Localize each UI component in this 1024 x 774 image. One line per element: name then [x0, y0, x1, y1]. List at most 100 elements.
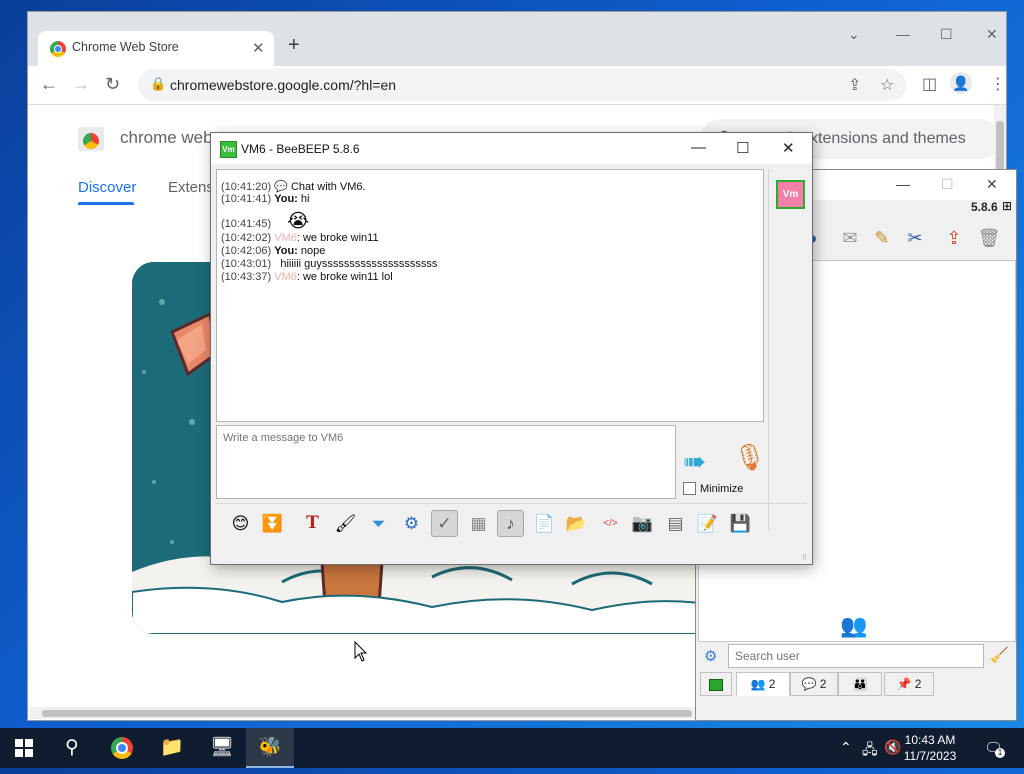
address-bar[interactable]: 🔒 chromewebstore.google.com/?hl=en ⇪ ☆ [138, 69, 906, 101]
tab-search-icon[interactable]: ⌄ [848, 26, 860, 43]
chat-message: (10:41:41) You: hi [221, 193, 309, 205]
file-explorer-icon[interactable]: 📁 [148, 728, 196, 768]
monitor-icon [709, 678, 723, 691]
mail-icon[interactable]: ✉ [838, 226, 862, 250]
lock-icon[interactable]: 🔒 [150, 76, 166, 92]
settings-icon[interactable]: ⚙ [398, 510, 425, 537]
close-button[interactable]: ✕ [782, 139, 795, 157]
clear-icon[interactable]: ▤ [662, 510, 689, 537]
filter-icon[interactable]: ⏷ [365, 510, 392, 537]
scrollbar-thumb[interactable] [996, 121, 1004, 177]
font-icon[interactable]: T [299, 510, 326, 537]
tab-files-count: 2 [914, 677, 922, 691]
volume-muted-icon[interactable]: 🔇 [884, 739, 901, 756]
new-tab-button[interactable]: + [288, 34, 300, 57]
tab-files[interactable]: 📌 2 [884, 672, 934, 696]
sound-icon[interactable]: ♪ [497, 510, 524, 537]
green-arrow-icon[interactable]: ⏬ [259, 510, 286, 537]
maximize-button[interactable]: ☐ [940, 26, 953, 43]
search-icon[interactable]: ⚲ [48, 728, 96, 768]
profile-avatar-icon[interactable]: 👤 [950, 72, 972, 94]
minimize-button[interactable]: — [896, 26, 910, 42]
update-icon[interactable]: ⇪ [942, 226, 966, 250]
message-sender: You: [274, 245, 298, 257]
minimize-checkbox[interactable] [683, 482, 696, 495]
web-store-logo-icon[interactable] [78, 127, 104, 151]
forward-icon[interactable]: → [72, 74, 90, 95]
word-complete-icon[interactable]: ▦ [465, 510, 492, 537]
tab-users[interactable]: 👥 2 [736, 672, 790, 696]
minimize-label: Minimize [700, 483, 744, 495]
active-tab-indicator [78, 202, 134, 205]
chat-icon: 💬 [801, 677, 817, 691]
clear-search-icon[interactable]: 🧹 [990, 646, 1009, 664]
chat-message: (10:43:37) VM6: we broke win11 lol [221, 271, 393, 283]
smiley-icon[interactable]: 😊 [227, 510, 254, 537]
version-label: 5.8.6 [971, 200, 998, 214]
panel-divider[interactable] [768, 169, 769, 531]
chrome-taskbar-icon[interactable] [98, 728, 146, 768]
search-user-field[interactable] [733, 648, 977, 664]
save-as-icon[interactable]: 💾 [727, 510, 754, 537]
message-text: : we broke win11 lol [296, 271, 393, 283]
clock[interactable]: 10:43 AM 11/7/2023 [900, 732, 960, 764]
bookmark-star-icon[interactable]: ☆ [880, 75, 894, 95]
chat-message: (10:43:01) hiiiiii guyssssssssssssssssss… [221, 258, 437, 270]
settings-gear-icon[interactable]: ⚙ [704, 647, 717, 665]
send-folder-icon[interactable]: 📂 [563, 510, 590, 537]
beebeep-taskbar-icon[interactable]: 🐝 [246, 728, 294, 768]
network-status-icon[interactable]: 🖧 [862, 739, 878, 763]
message-sender: VM6 [274, 271, 297, 283]
search-user-input[interactable] [728, 644, 984, 668]
chat-bubble-icon: 💬 [274, 181, 288, 193]
send-icon[interactable]: ➠ [683, 445, 706, 478]
close-button[interactable]: ✕ [986, 26, 998, 43]
back-icon[interactable]: ← [40, 74, 58, 95]
tools-icon[interactable]: ✂ [903, 226, 927, 250]
message-time: (10:43:37) [221, 271, 272, 283]
message-text: hiiiiii guysssssssssssssssssssss [280, 258, 438, 270]
tab-discover[interactable]: Discover [78, 179, 136, 196]
contact-avatar[interactable]: Vm [776, 180, 805, 209]
tab-chats[interactable]: 💬 2 [790, 672, 838, 696]
terminal-icon[interactable]: 🖥 [198, 728, 246, 768]
message-sender: VM6 [274, 232, 297, 244]
message-field[interactable] [221, 430, 673, 496]
close-button[interactable]: ✕ [986, 176, 998, 193]
trash-icon[interactable]: 🗑 [977, 226, 1001, 250]
minimize-button[interactable]: — [691, 139, 706, 156]
share-icon[interactable]: ⇪ [848, 75, 861, 95]
show-hidden-icons-icon[interactable]: ⌃ [840, 739, 852, 756]
minimize-button[interactable]: — [896, 176, 910, 192]
message-input[interactable] [216, 425, 676, 499]
maximize-button[interactable]: ☐ [736, 139, 749, 157]
spellcheck-icon[interactable]: ✓ [431, 510, 458, 537]
chrome-logo-icon [111, 737, 133, 759]
send-file-icon[interactable]: 📄 [531, 510, 558, 537]
message-time: (10:41:20) [221, 181, 272, 193]
screenshot-icon[interactable]: 📷 [629, 510, 656, 537]
html-icon[interactable]: </> [597, 510, 624, 537]
edit-note-icon[interactable]: ✎ [870, 226, 894, 250]
resize-grip-icon[interactable]: ⠿ [802, 554, 807, 562]
menu-kebab-icon[interactable]: ⋮ [990, 74, 1006, 94]
chat-message: (10:42:02) VM6: we broke win11 [221, 232, 379, 244]
side-panel-icon[interactable]: ◫ [922, 74, 937, 94]
crying-laughing-emoji-icon: 😭 [287, 211, 310, 232]
message-text: : we broke win11 [296, 232, 379, 244]
start-button[interactable] [0, 728, 48, 768]
reload-icon[interactable]: ↻ [105, 74, 120, 95]
url-text[interactable]: chromewebstore.google.com/?hl=en [170, 77, 396, 93]
color-icon[interactable]: 🖌 [332, 510, 359, 537]
maximize-button[interactable]: ☐ [941, 176, 954, 193]
tab-groups[interactable]: 👪 [838, 672, 882, 696]
tab-chrome-web-store[interactable]: Chrome Web Store ✕ [38, 31, 274, 66]
notification-center-icon[interactable]: 🗨 1 [984, 739, 1005, 758]
beebeep-bottom-tabs: 👥 2 💬 2 👪 📌 2 [696, 670, 1016, 696]
tab-close-icon[interactable]: ✕ [252, 39, 265, 57]
scrollbar-thumb[interactable] [42, 710, 692, 717]
microphone-icon[interactable]: 🎙 [733, 442, 766, 473]
chat-log[interactable]: (10:41:20) 💬 Chat with VM6. (10:41:41) Y… [216, 169, 764, 422]
save-icon[interactable]: 📝 [694, 510, 721, 537]
tab-online[interactable] [700, 672, 732, 696]
